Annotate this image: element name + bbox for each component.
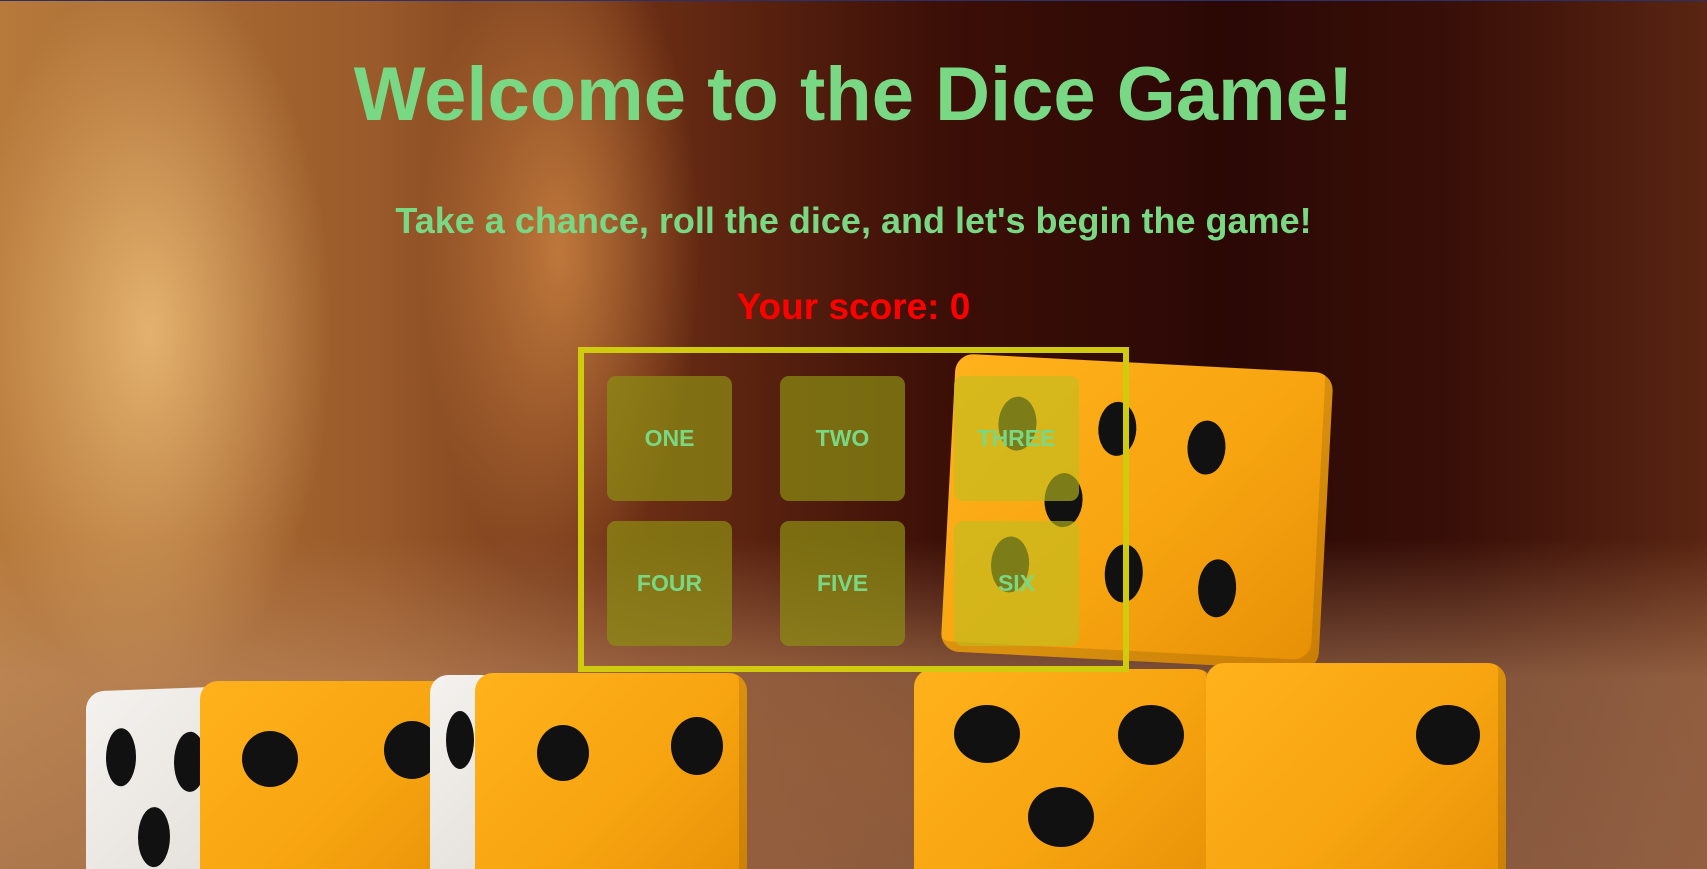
choice-button-three[interactable]: THREE [954, 376, 1079, 501]
background-die [914, 669, 1214, 869]
score-label: Your score: [736, 286, 940, 327]
score-value: 0 [949, 286, 971, 327]
background-die [475, 673, 747, 869]
choice-button-six[interactable]: SIX [954, 521, 1079, 646]
page-subtitle: Take a chance, roll the dice, and let's … [395, 200, 1312, 241]
page-title: Welcome to the Dice Game! [353, 52, 1354, 137]
choice-button-two[interactable]: TWO [780, 376, 905, 501]
choice-button-four[interactable]: FOUR [607, 521, 732, 646]
choice-button-one[interactable]: ONE [607, 376, 732, 501]
choice-button-five[interactable]: FIVE [780, 521, 905, 646]
dice-choice-board: ONE TWO THREE FOUR FIVE SIX [578, 347, 1129, 672]
score-display: Your score: 0 [0, 288, 1707, 325]
background-die [1206, 663, 1506, 869]
